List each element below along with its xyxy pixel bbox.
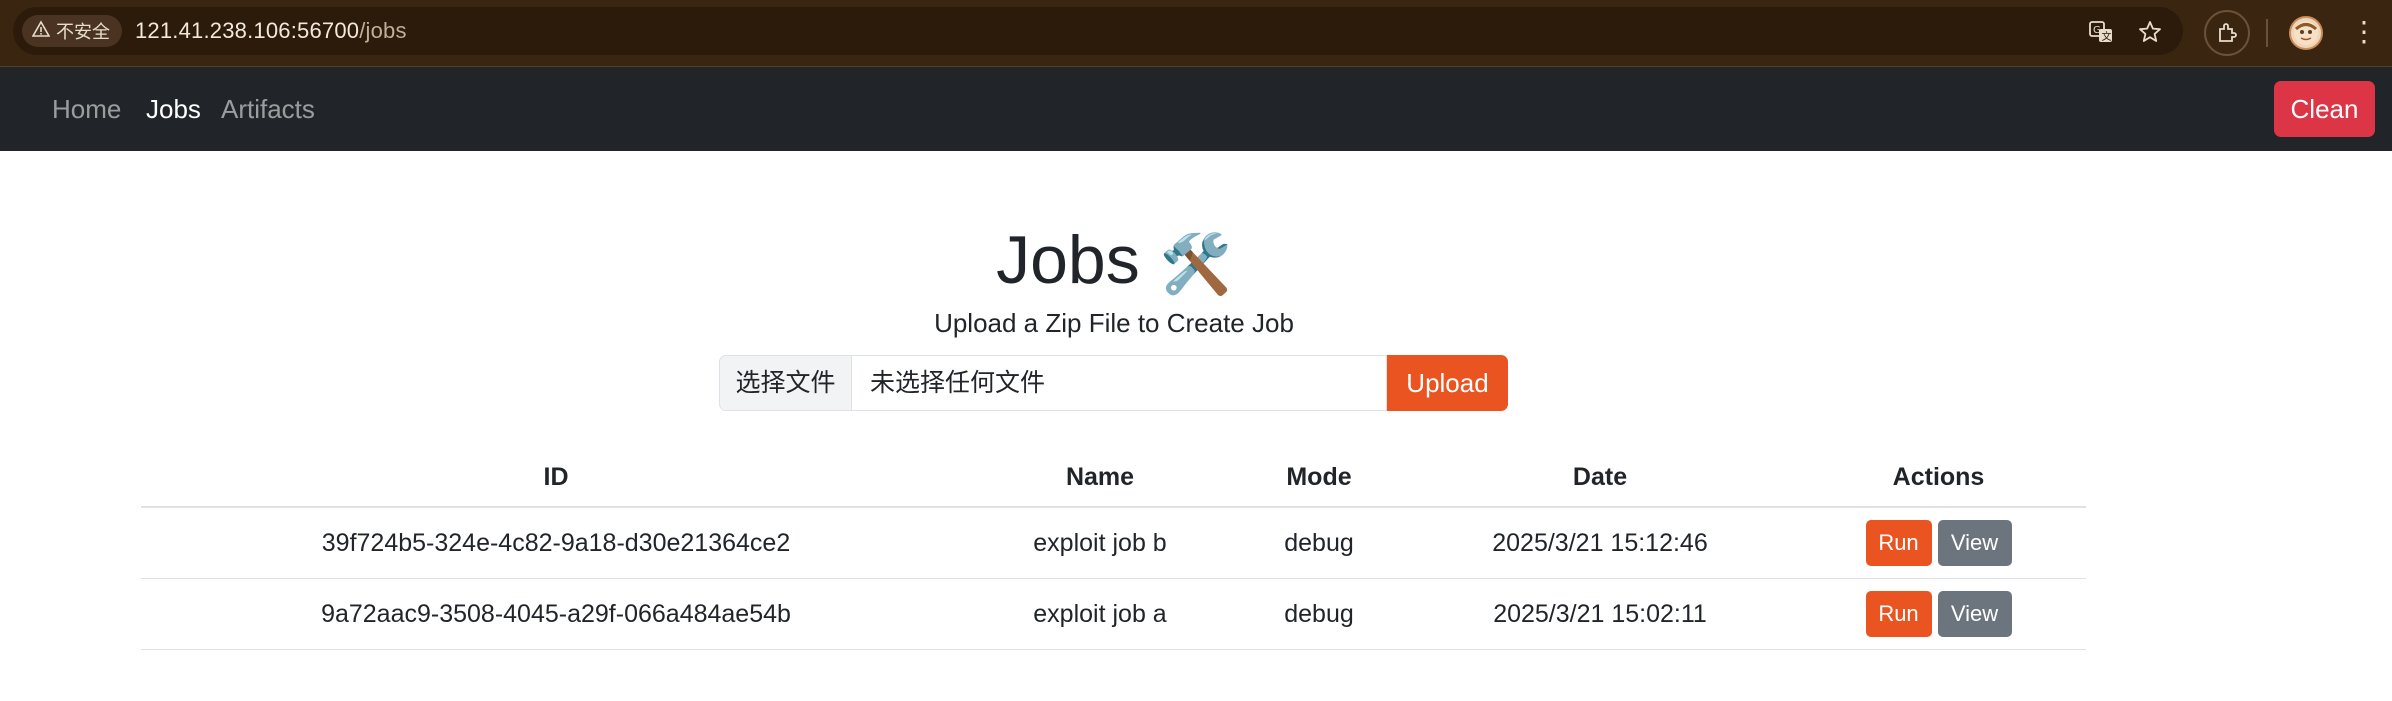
menu-icon[interactable]: ⋮ bbox=[2350, 14, 2378, 50]
header-name: Name bbox=[971, 449, 1229, 508]
table-header-row: ID Name Mode Date Actions bbox=[141, 449, 2086, 508]
job-date: 2025/3/21 15:12:46 bbox=[1409, 507, 1791, 579]
app-navbar: n Home Jobs Artifacts Clean bbox=[0, 67, 2392, 151]
warning-icon bbox=[31, 19, 51, 43]
upload-form: 选择文件 未选择任何文件 Upload bbox=[719, 355, 1508, 411]
file-input-status[interactable]: 未选择任何文件 bbox=[851, 355, 1387, 411]
run-button[interactable]: Run bbox=[1865, 591, 1932, 637]
header-mode: Mode bbox=[1229, 449, 1409, 508]
security-chip[interactable]: 不安全 bbox=[22, 15, 122, 47]
tools-icon: 🛠️ bbox=[1159, 232, 1232, 298]
run-button[interactable]: Run bbox=[1865, 520, 1932, 566]
job-actions: Run View bbox=[1791, 507, 2086, 579]
job-name: exploit job b bbox=[971, 507, 1229, 579]
clean-button[interactable]: Clean bbox=[2274, 81, 2375, 137]
table-row: 39f724b5-324e-4c82-9a18-d30e21364ce2 exp… bbox=[141, 507, 2086, 579]
address-bar[interactable]: 不安全 121.41.238.106:56700/jobs G文 bbox=[13, 7, 2183, 55]
url-path: /jobs bbox=[359, 18, 407, 43]
url-host: 121.41.238.106:56700 bbox=[135, 18, 360, 43]
header-date: Date bbox=[1409, 449, 1791, 508]
nav-artifacts[interactable]: Artifacts bbox=[221, 67, 315, 151]
job-id: 9a72aac9-3508-4045-a29f-066a484ae54b bbox=[141, 578, 971, 650]
page-subtitle: Upload a Zip File to Create Job bbox=[934, 308, 1294, 338]
job-actions: Run View bbox=[1791, 578, 2086, 650]
security-label: 不安全 bbox=[56, 22, 110, 42]
upload-button[interactable]: Upload bbox=[1387, 355, 1508, 411]
star-icon[interactable] bbox=[2137, 19, 2163, 45]
nav-home[interactable]: Home bbox=[52, 67, 121, 151]
nav-jobs[interactable]: Jobs bbox=[146, 67, 201, 151]
job-mode: debug bbox=[1229, 578, 1409, 650]
job-mode: debug bbox=[1229, 507, 1409, 579]
profile-avatar[interactable] bbox=[2289, 16, 2323, 50]
choose-file-button[interactable]: 选择文件 bbox=[719, 355, 851, 411]
job-date: 2025/3/21 15:02:11 bbox=[1409, 578, 1791, 650]
translate-icon[interactable]: G文 bbox=[2088, 19, 2114, 45]
page-title: Jobs 🛠️ bbox=[0, 215, 2228, 310]
page-title-text: Jobs bbox=[996, 222, 1140, 298]
job-name: exploit job a bbox=[971, 578, 1229, 650]
view-button[interactable]: View bbox=[1937, 520, 2012, 566]
view-button[interactable]: View bbox=[1937, 591, 2012, 637]
table-row: 9a72aac9-3508-4045-a29f-066a484ae54b exp… bbox=[141, 578, 2086, 650]
extensions-icon[interactable] bbox=[2204, 10, 2250, 56]
toolbar-divider bbox=[2266, 19, 2268, 47]
header-actions: Actions bbox=[1791, 449, 2086, 508]
jobs-table: ID Name Mode Date Actions 39f724b5-324e-… bbox=[141, 449, 2086, 650]
url-text[interactable]: 121.41.238.106:56700/jobs bbox=[135, 7, 407, 55]
job-id: 39f724b5-324e-4c82-9a18-d30e21364ce2 bbox=[141, 507, 971, 579]
header-id: ID bbox=[141, 449, 971, 508]
browser-toolbar: 不安全 121.41.238.106:56700/jobs G文 ⋮ bbox=[0, 0, 2392, 67]
svg-text:文: 文 bbox=[2102, 30, 2112, 43]
